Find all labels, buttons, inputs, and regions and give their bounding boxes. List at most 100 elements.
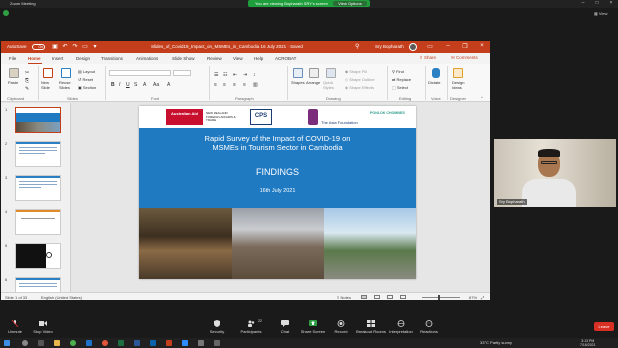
tab-transitions[interactable]: Transitions [101, 56, 123, 61]
design-ideas-icon[interactable] [453, 68, 463, 78]
layout-button[interactable]: ▤ Layout [78, 69, 95, 74]
tab-design[interactable]: Design [76, 56, 90, 61]
italic-icon[interactable]: I [119, 82, 120, 88]
task-view-icon[interactable] [38, 340, 44, 346]
redo-icon[interactable]: ↷ [71, 43, 79, 51]
firefox-icon[interactable] [102, 340, 108, 346]
app-icon[interactable] [214, 340, 220, 346]
tab-home[interactable]: Home [28, 56, 41, 61]
bullets-icon[interactable]: ☰ [214, 72, 218, 78]
edge-icon[interactable] [86, 340, 92, 346]
font-size-select[interactable] [173, 70, 191, 76]
slideshow-icon[interactable] [400, 295, 406, 299]
reuse-slides-label[interactable]: Reuse Slides [59, 80, 75, 90]
outdent-icon[interactable]: ⇥ [243, 72, 247, 78]
zoom-slider[interactable] [422, 297, 460, 298]
select-button[interactable]: ⬚ Select [392, 85, 408, 90]
customize-qat-icon[interactable]: ▾ [91, 43, 99, 51]
quick-styles-icon[interactable] [326, 68, 336, 78]
close-icon[interactable]: × [477, 43, 487, 49]
slide-thumbnail-5[interactable] [15, 243, 61, 269]
shapes-icon[interactable] [293, 68, 303, 78]
zoom-level[interactable]: 67% [469, 295, 477, 300]
collapse-ribbon-icon[interactable]: ^ [481, 95, 483, 100]
word-icon[interactable] [134, 340, 140, 346]
reading-view-icon[interactable] [387, 295, 393, 299]
quick-styles-label[interactable]: Quick Styles [323, 80, 337, 90]
paste-icon[interactable] [9, 68, 19, 78]
search-icon[interactable] [22, 340, 28, 346]
section-button[interactable]: ▣ Section [78, 85, 96, 90]
excel-icon[interactable] [118, 340, 124, 346]
shape-effects-button[interactable]: ◈ Shape Effects [345, 85, 374, 90]
present-icon[interactable]: ▭ [81, 43, 89, 51]
tab-insert[interactable]: Insert [52, 56, 63, 61]
slide-thumbnail-3[interactable] [15, 175, 61, 201]
encryption-shield-icon[interactable] [3, 10, 9, 16]
chat-button[interactable]: Chat [270, 320, 300, 334]
tab-animations[interactable]: Animations [136, 56, 158, 61]
align-right-icon[interactable]: ≡ [233, 82, 236, 88]
align-left-icon[interactable]: ≡ [214, 82, 217, 88]
normal-view-icon[interactable] [361, 295, 367, 299]
new-slide-label[interactable]: New Slide [41, 80, 57, 90]
shape-outline-button[interactable]: ◇ Shape Outline [345, 77, 375, 82]
record-button[interactable]: Record [326, 320, 356, 334]
unmute-button[interactable]: Unmute [0, 320, 30, 334]
weather-widget[interactable]: 33°C Partly sunny [480, 340, 512, 345]
security-button[interactable]: Security [202, 320, 232, 334]
undo-icon[interactable]: ↶ [61, 43, 69, 51]
slide-sorter-icon[interactable] [374, 295, 380, 299]
align-center-icon[interactable]: ≡ [223, 82, 226, 88]
slide-thumbnail-1[interactable] [15, 107, 61, 133]
line-spacing-icon[interactable]: ↕ [253, 72, 256, 78]
slide-thumbnail-2[interactable] [15, 141, 61, 167]
shapes-label[interactable]: Shapes [291, 80, 305, 85]
minimize-icon[interactable]: – [443, 43, 453, 49]
current-slide[interactable]: Australian Aid NEW ZEALAND FOREIGN AFFAI… [139, 106, 416, 279]
powerpoint-icon[interactable] [166, 340, 172, 346]
search-icon[interactable]: ⚲ [355, 43, 359, 50]
breakout-rooms-button[interactable]: Breakout Rooms [356, 320, 386, 334]
shape-fill-button[interactable]: ◆ Shape Fill [345, 69, 367, 74]
share-button[interactable]: ⇪ Share [419, 55, 436, 61]
replace-button[interactable]: ⇄ Replace [392, 77, 411, 82]
arrange-icon[interactable] [309, 68, 319, 78]
participant-video[interactable]: Sry Bopharath [494, 139, 616, 207]
zoom-slider-handle[interactable] [438, 295, 440, 300]
chrome-icon[interactable] [70, 340, 76, 346]
strikethrough-icon[interactable]: S [134, 82, 137, 88]
microphone-icon[interactable] [432, 68, 440, 78]
tab-view[interactable]: View [233, 56, 243, 61]
design-ideas-label[interactable]: Design Ideas [452, 80, 466, 90]
interpretation-button[interactable]: Interpretation [386, 320, 416, 334]
reactions-button[interactable]: Reactions [414, 320, 444, 334]
font-color-icon[interactable]: A [143, 82, 146, 88]
autosave-toggle[interactable]: On [32, 44, 45, 50]
columns-icon[interactable]: ▥ [253, 82, 258, 88]
notes-button[interactable]: ≡ Notes [337, 295, 351, 300]
restore-icon[interactable]: ❐ [460, 43, 470, 50]
reset-button[interactable]: ↺ Reset [78, 77, 93, 82]
font-family-select[interactable] [109, 70, 171, 76]
close-icon[interactable]: × [606, 0, 616, 7]
copy-icon[interactable]: ⎘ [25, 78, 29, 84]
indent-icon[interactable]: ⇤ [233, 72, 237, 78]
cut-icon[interactable]: ✂ [25, 70, 29, 76]
share-screen-button[interactable]: Share Screen [298, 320, 328, 334]
text-effects-icon[interactable]: A [167, 82, 170, 88]
stop-video-button[interactable]: Stop Video [28, 320, 58, 334]
numbering-icon[interactable]: ☷ [223, 72, 227, 78]
clock[interactable]: 3:13 PM 7/16/2021 [580, 339, 596, 347]
zoom-icon[interactable] [182, 340, 188, 346]
slide-thumbnail-4[interactable] [15, 209, 61, 235]
format-painter-icon[interactable]: ✎ [25, 86, 29, 92]
avatar[interactable] [409, 43, 417, 51]
ribbon-display-icon[interactable]: ▭ [425, 43, 435, 50]
tab-acrobat[interactable]: ACROBAT [275, 56, 296, 61]
tab-slide-show[interactable]: Slide Show [172, 56, 195, 61]
view-options-button[interactable]: View Options [333, 1, 367, 6]
minimize-icon[interactable]: – [578, 0, 588, 7]
fit-to-window-icon[interactable]: ⤢ [481, 295, 484, 300]
language-indicator[interactable]: English (United States) [41, 295, 82, 300]
